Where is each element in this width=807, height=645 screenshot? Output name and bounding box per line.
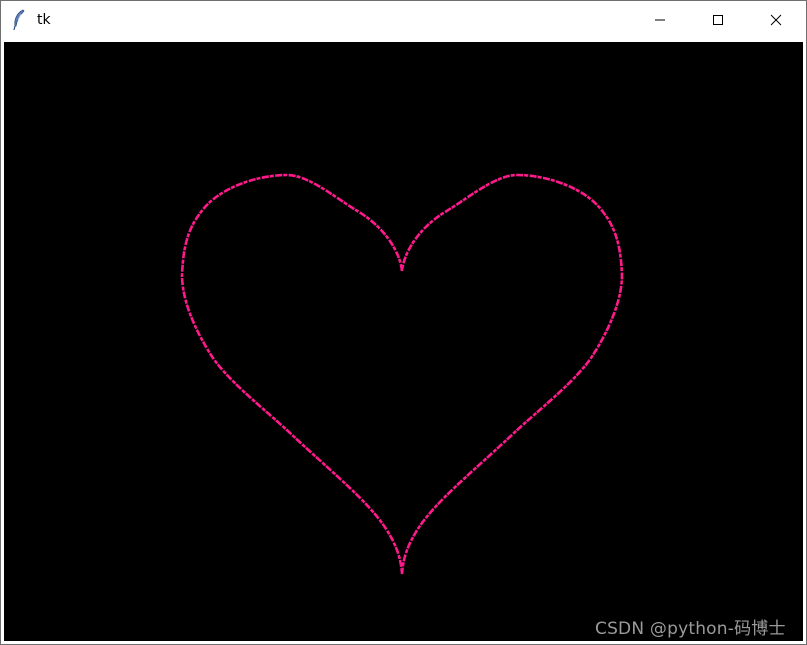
heart-drawing xyxy=(180,173,624,575)
maximize-icon xyxy=(712,11,724,30)
heart-outline xyxy=(180,173,624,575)
minimize-button[interactable] xyxy=(631,1,689,40)
minimize-icon xyxy=(654,11,666,30)
tk-window: tk CSDN @python-码博士 xyxy=(0,0,807,645)
close-icon xyxy=(770,11,782,30)
drawing-canvas[interactable]: CSDN @python-码博士 xyxy=(4,42,803,641)
close-button[interactable] xyxy=(747,1,805,40)
feather-icon xyxy=(11,9,27,31)
maximize-button[interactable] xyxy=(689,1,747,40)
watermark-text: CSDN @python-码博士 xyxy=(595,619,786,639)
title-bar[interactable]: tk xyxy=(1,1,806,40)
window-title: tk xyxy=(37,12,51,28)
